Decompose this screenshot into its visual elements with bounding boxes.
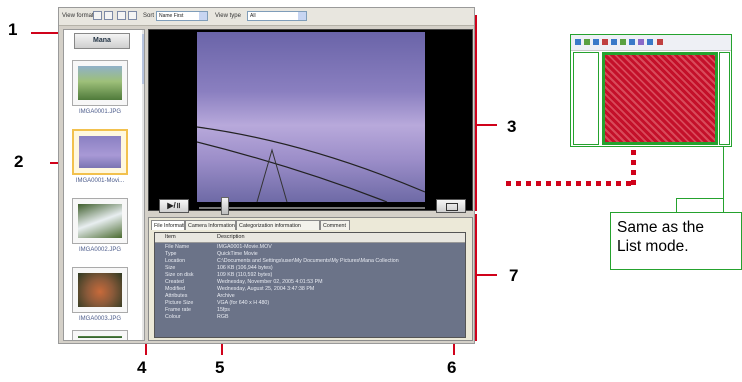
thumbnail-label-1: IMGA0001-Movi... xyxy=(75,178,125,184)
callout-4: 4 xyxy=(137,358,147,377)
view-detail-icon[interactable] xyxy=(117,11,126,20)
callout-6: 6 xyxy=(447,358,457,377)
mini-list-area xyxy=(602,52,718,145)
table-row: Modified Wednesday, August 25, 2004 3:47:… xyxy=(165,286,315,292)
table-row: File Name IMGA0001-Movie.MOV xyxy=(165,244,272,250)
mini-sidebar xyxy=(573,52,599,145)
thumbnail-1[interactable] xyxy=(72,129,128,175)
mini-right-panel xyxy=(719,52,730,145)
view-list-icon[interactable] xyxy=(104,11,113,20)
header-item: Item xyxy=(165,234,176,240)
view-thumbnail-icon[interactable] xyxy=(93,11,102,20)
thumbnail-label-0: IMGA0001.JPG xyxy=(78,109,122,115)
view-type-select[interactable]: All xyxy=(247,11,307,21)
bracket-7 xyxy=(475,214,477,341)
note-connector-vertical xyxy=(723,147,724,213)
view-format-label: View format xyxy=(62,13,94,19)
table-row: Attributes Archive xyxy=(165,293,235,299)
movie-viewer: ▶/॥ xyxy=(148,29,473,215)
table-row: Colour RGB xyxy=(165,314,229,320)
note-connector-horizontal xyxy=(676,198,724,199)
power-lines-graphic xyxy=(197,126,425,202)
tab-camera-information[interactable]: Camera Information xyxy=(185,220,236,230)
note-line-1: Same as the xyxy=(617,219,705,236)
table-row: Type QuickTime Movie xyxy=(165,251,258,257)
mini-toolbar xyxy=(571,35,731,51)
sort-label: Sort xyxy=(143,13,155,19)
thumbnail-4[interactable] xyxy=(72,330,128,340)
callout-1: 1 xyxy=(8,20,18,39)
callout-7: 7 xyxy=(509,266,519,285)
thumbnail-label-3: IMGA0003.JPG xyxy=(78,316,122,322)
info-panel: File Information Camera Information Cate… xyxy=(148,217,473,341)
callout-2: 2 xyxy=(14,152,24,171)
sidebar-scrollbar-thumb[interactable] xyxy=(142,34,144,84)
header-description: Description xyxy=(217,234,245,240)
seek-track[interactable] xyxy=(199,207,425,209)
file-info-table: Item Description File Name IMGA0001-Movie… xyxy=(154,232,466,338)
fullscreen-button[interactable] xyxy=(436,199,466,213)
leader-line-7 xyxy=(477,274,497,276)
sort-select[interactable]: Name First xyxy=(156,11,208,21)
toolbar: View format Sort Name First View type Al… xyxy=(59,8,474,26)
view-preview-icon[interactable] xyxy=(128,11,137,20)
note-connector-down xyxy=(676,198,677,212)
play-pause-button[interactable]: ▶/॥ xyxy=(159,199,189,213)
seek-slider-handle[interactable] xyxy=(221,197,229,215)
leader-line-3 xyxy=(477,124,497,126)
table-row: Size 106 KB (106,944 bytes) xyxy=(165,265,273,271)
view-type-label: View type xyxy=(215,13,241,19)
dotted-connector-vertical xyxy=(631,150,636,186)
note-line-2: List mode. xyxy=(617,238,689,255)
thumbnail-label-2: IMGA0002.JPG xyxy=(78,247,122,253)
tab-file-information[interactable]: File Information xyxy=(151,220,185,230)
dotted-connector-horizontal xyxy=(506,181,636,186)
app-window: View format Sort Name First View type Al… xyxy=(58,7,475,344)
mini-list-mode-screenshot xyxy=(570,34,732,147)
thumbnail-3[interactable] xyxy=(72,267,128,313)
table-row: Size on disk 109 KB (110,592 bytes) xyxy=(165,272,273,278)
thumbnail-sidebar: Mana IMGA0001.JPG IMGA0001-Movi... IMGA0… xyxy=(63,29,145,341)
table-row: Location C:\Documents and Settings\user\M… xyxy=(165,258,399,264)
table-header: Item Description xyxy=(155,233,465,243)
mana-button[interactable]: Mana xyxy=(74,33,130,49)
callout-3: 3 xyxy=(507,117,517,136)
tab-categorization-information[interactable]: Categorization information xyxy=(236,220,320,230)
tab-comment[interactable]: Comment xyxy=(320,220,350,230)
list-mode-note: Same as the List mode. xyxy=(610,212,742,270)
table-row: Picture Size VGA (for 640 x H 480) xyxy=(165,300,270,306)
table-row: Frame rate 15fps xyxy=(165,307,230,313)
thumbnail-2[interactable] xyxy=(72,198,128,244)
movie-frame xyxy=(197,32,425,202)
bracket-3 xyxy=(475,15,477,211)
callout-5: 5 xyxy=(215,358,225,377)
thumbnail-0[interactable] xyxy=(72,60,128,106)
table-row: Created Wednesday, November 02, 2005 4:01… xyxy=(165,279,323,285)
